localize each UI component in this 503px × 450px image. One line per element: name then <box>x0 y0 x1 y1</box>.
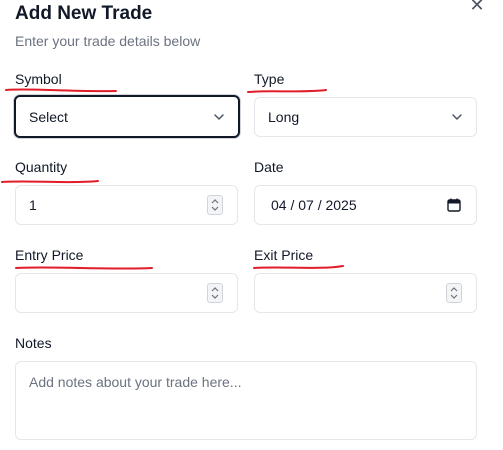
type-label: Type <box>254 71 285 87</box>
quantity-label: Quantity <box>15 159 68 175</box>
notes-textarea[interactable]: Add notes about your trade here... <box>15 361 477 440</box>
chevron-down-icon <box>211 206 219 211</box>
notes-placeholder: Add notes about your trade here... <box>29 374 242 390</box>
type-underline <box>247 89 327 93</box>
date-label: Date <box>254 159 284 175</box>
calendar-icon[interactable] <box>446 197 462 213</box>
quantity-underline <box>1 180 99 184</box>
dialog-title: Add New Trade <box>15 3 153 24</box>
add-trade-dialog: Add New Trade Enter your trade details b… <box>0 0 503 450</box>
chevron-down-icon <box>452 114 462 120</box>
close-icon[interactable]: ✕ <box>466 0 488 16</box>
notes-label: Notes <box>15 335 52 351</box>
symbol-select-value: Select <box>29 108 68 125</box>
date-input[interactable]: 04 / 07 / 2025 <box>254 185 477 225</box>
chevron-up-icon <box>211 199 219 204</box>
chevron-up-icon <box>211 287 219 292</box>
exit-price-input[interactable] <box>254 273 477 313</box>
symbol-label: Symbol <box>15 71 62 87</box>
symbol-select[interactable]: Select <box>14 95 240 138</box>
quantity-input[interactable]: 1 <box>15 185 238 225</box>
quantity-value: 1 <box>29 197 37 213</box>
dialog-subtitle: Enter your trade details below <box>15 33 201 49</box>
entry-price-underline <box>15 266 153 270</box>
exit-price-label: Exit Price <box>254 247 314 263</box>
chevron-down-icon <box>214 113 224 120</box>
chevron-down-icon <box>450 294 458 299</box>
type-select-value: Long <box>268 109 300 125</box>
quantity-stepper[interactable] <box>207 195 223 215</box>
entry-price-stepper[interactable] <box>207 283 223 303</box>
chevron-down-icon <box>211 294 219 299</box>
date-value: 04 / 07 / 2025 <box>271 197 357 213</box>
exit-price-stepper[interactable] <box>446 283 462 303</box>
entry-price-input[interactable] <box>15 273 238 313</box>
chevron-up-icon <box>450 287 458 292</box>
exit-price-underline <box>253 265 344 269</box>
entry-price-label: Entry Price <box>15 247 84 263</box>
symbol-underline <box>5 88 117 93</box>
type-select[interactable]: Long <box>254 97 477 137</box>
